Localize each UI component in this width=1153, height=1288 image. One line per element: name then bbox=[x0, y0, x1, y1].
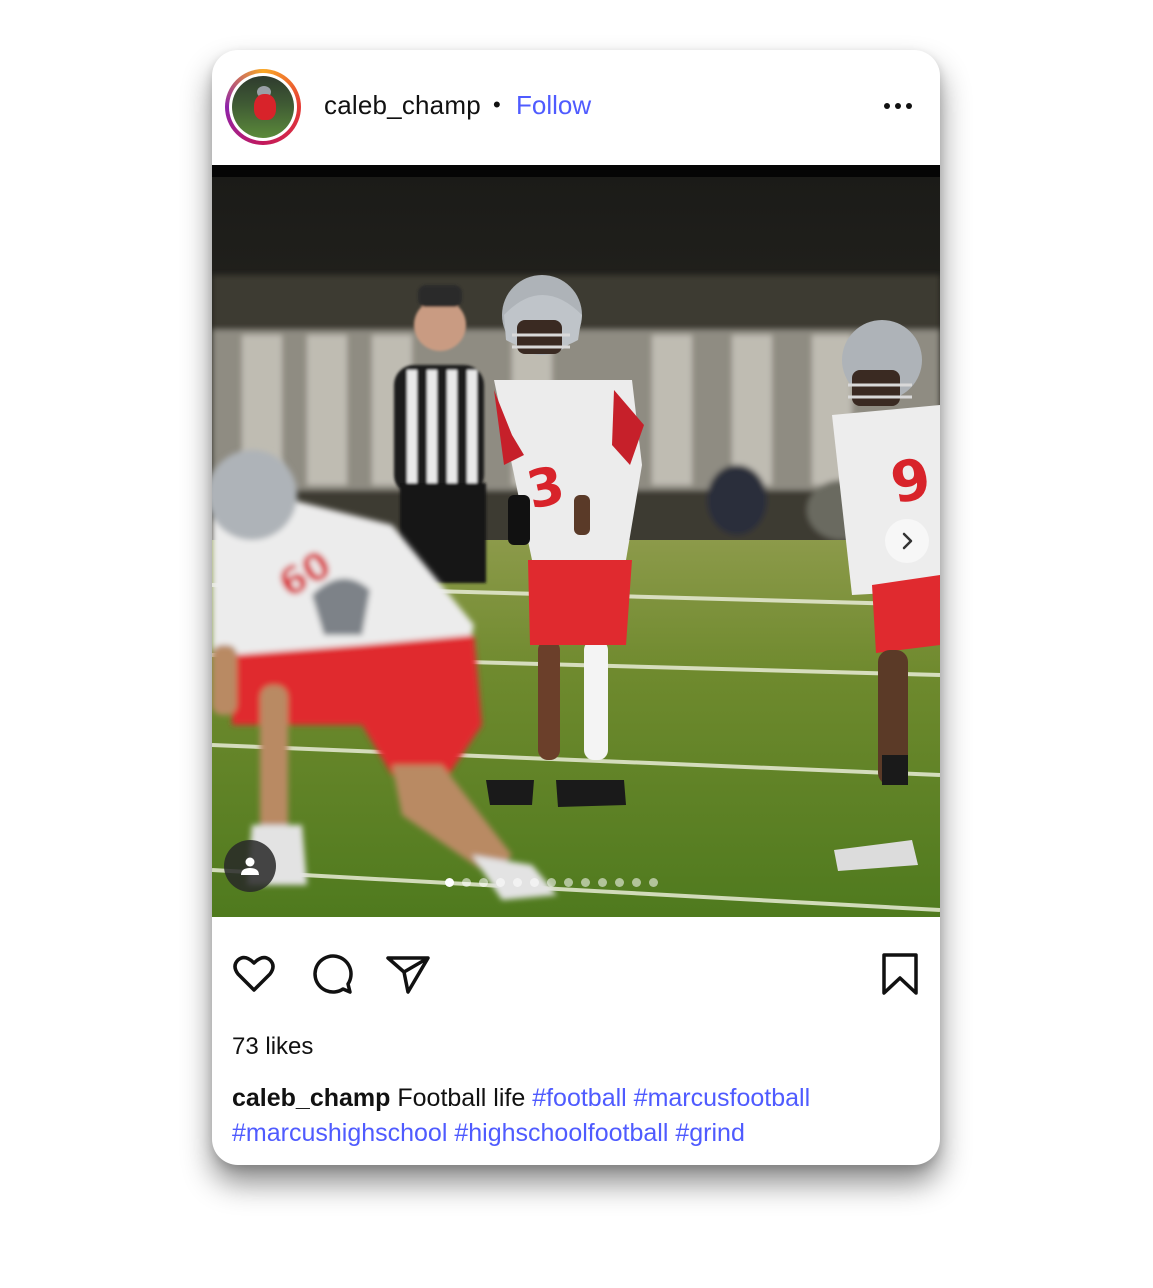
hashtag-link[interactable]: #grind bbox=[675, 1119, 745, 1147]
carousel-dot bbox=[581, 878, 590, 887]
user-icon bbox=[241, 857, 259, 875]
likes-count[interactable]: 73 likes bbox=[232, 1033, 313, 1061]
hashtag-link[interactable]: #football bbox=[532, 1084, 627, 1112]
carousel-dot bbox=[547, 878, 556, 887]
carousel-dot bbox=[445, 878, 454, 887]
carousel-dot bbox=[649, 878, 658, 887]
post-card: caleb_champ • Follow 3 9 60 73 likes cal… bbox=[212, 50, 940, 1165]
post-caption: caleb_champ Football life #football #mar… bbox=[232, 1081, 922, 1151]
carousel-dot bbox=[479, 878, 488, 887]
caption-username[interactable]: caleb_champ bbox=[232, 1084, 390, 1112]
football-photo: 3 9 60 bbox=[212, 165, 940, 917]
post-header: caleb_champ • Follow bbox=[212, 50, 940, 165]
avatar-border bbox=[229, 73, 297, 141]
separator-dot: • bbox=[493, 92, 501, 117]
heart-icon bbox=[233, 955, 275, 992]
carousel-indicators bbox=[445, 878, 658, 887]
tagged-users-button[interactable] bbox=[224, 840, 276, 892]
chevron-right-icon bbox=[902, 532, 913, 550]
action-bar bbox=[212, 950, 940, 1000]
avatar[interactable] bbox=[225, 69, 301, 145]
share-button[interactable] bbox=[384, 950, 432, 998]
save-button[interactable] bbox=[876, 950, 924, 998]
next-slide-button[interactable] bbox=[885, 519, 929, 563]
carousel-dot bbox=[598, 878, 607, 887]
comment-icon bbox=[313, 954, 353, 994]
carousel-dot bbox=[530, 878, 539, 887]
carousel-dot bbox=[462, 878, 471, 887]
like-button[interactable] bbox=[230, 950, 278, 998]
post-photo[interactable]: 3 9 60 bbox=[212, 165, 940, 917]
comment-button[interactable] bbox=[308, 950, 356, 998]
paper-plane-icon bbox=[386, 956, 430, 994]
hashtag-link[interactable]: #marcushighschool bbox=[232, 1119, 447, 1147]
carousel-dot bbox=[632, 878, 641, 887]
carousel-dot bbox=[513, 878, 522, 887]
hashtag-link[interactable]: #marcusfootball bbox=[634, 1084, 810, 1112]
username[interactable]: caleb_champ bbox=[324, 90, 481, 121]
hashtag-link[interactable]: #highschoolfootball bbox=[454, 1119, 668, 1147]
bookmark-icon bbox=[882, 953, 918, 995]
avatar-image bbox=[232, 76, 294, 138]
caption-text: Football life bbox=[397, 1084, 526, 1112]
more-options-icon[interactable] bbox=[878, 88, 918, 124]
follow-button[interactable]: Follow bbox=[516, 90, 591, 121]
carousel-dot bbox=[615, 878, 624, 887]
carousel-dot bbox=[496, 878, 505, 887]
carousel-dot bbox=[564, 878, 573, 887]
